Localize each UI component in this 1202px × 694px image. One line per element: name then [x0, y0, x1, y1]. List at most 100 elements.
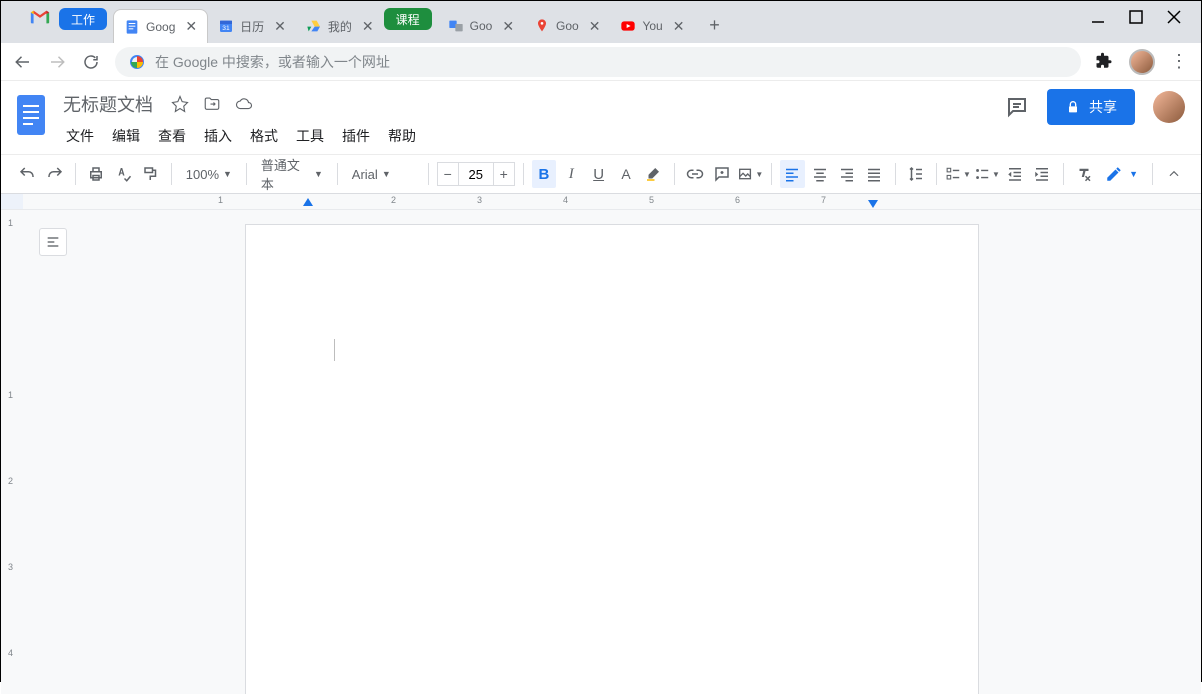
decrease-indent-button[interactable] — [1003, 160, 1027, 188]
insert-link-button[interactable] — [682, 160, 706, 188]
checklist-button[interactable]: ▼ — [945, 160, 971, 188]
text-color-button[interactable]: A — [614, 160, 638, 188]
bulleted-list-button[interactable]: ▼ — [974, 160, 1000, 188]
tab-docs[interactable]: Goog ✕ — [113, 9, 208, 43]
document-page[interactable] — [245, 224, 979, 694]
chevron-down-icon: ▼ — [1129, 169, 1138, 179]
insert-comment-button[interactable] — [710, 160, 734, 188]
close-icon[interactable]: ✕ — [673, 18, 685, 35]
font-size-input[interactable]: 25 — [459, 162, 493, 186]
vertical-ruler[interactable]: 1 1 2 3 4 — [1, 210, 23, 694]
tab-label: 日历 — [240, 18, 264, 35]
editing-mode-button[interactable]: ▼ — [1099, 160, 1144, 188]
tab-label: Goo — [556, 19, 579, 33]
translate-favicon-icon — [448, 18, 464, 34]
increase-indent-button[interactable] — [1030, 160, 1054, 188]
insert-image-button[interactable]: ▼ — [737, 160, 763, 188]
docs-logo-icon[interactable] — [13, 91, 49, 139]
tab-label: 工作 — [71, 11, 95, 28]
tab-label: 课程 — [396, 11, 420, 28]
menu-insert[interactable]: 插入 — [197, 122, 239, 150]
docs-favicon-icon — [124, 19, 140, 35]
pencil-icon — [1105, 165, 1123, 183]
collapse-toolbar-button[interactable] — [1161, 160, 1187, 188]
font-size-increase[interactable]: + — [493, 162, 515, 186]
menu-addons[interactable]: 插件 — [335, 122, 377, 150]
tab-youtube[interactable]: You ✕ — [610, 9, 694, 43]
back-icon[interactable] — [13, 52, 33, 72]
close-icon[interactable]: ✕ — [362, 18, 374, 35]
zoom-select[interactable]: 100%▼ — [180, 160, 238, 188]
paragraph-style-select[interactable]: 普通文本▼ — [255, 160, 329, 188]
redo-button[interactable] — [42, 160, 66, 188]
font-size-decrease[interactable]: − — [437, 162, 459, 186]
gmail-icon[interactable] — [29, 6, 51, 28]
align-right-button[interactable] — [835, 160, 859, 188]
align-left-button[interactable] — [780, 160, 804, 188]
tab-translate[interactable]: Goo ✕ — [438, 9, 524, 43]
first-line-indent-icon[interactable] — [303, 198, 313, 206]
underline-button[interactable]: U — [586, 160, 610, 188]
cloud-status-icon[interactable] — [235, 95, 253, 113]
share-button[interactable]: 共享 — [1047, 89, 1135, 125]
tab-drive[interactable]: 我的 ✕ — [296, 9, 384, 43]
menu-view[interactable]: 查看 — [151, 122, 193, 150]
youtube-favicon-icon — [620, 18, 636, 34]
document-title[interactable]: 无标题文档 — [59, 89, 157, 119]
spellcheck-button[interactable] — [111, 160, 135, 188]
tab-work[interactable]: 工作 — [59, 8, 107, 30]
tab-classroom[interactable]: 课程 — [384, 8, 432, 30]
paint-format-button[interactable] — [138, 160, 162, 188]
chevron-down-icon: ▼ — [314, 169, 323, 179]
close-icon[interactable]: ✕ — [274, 18, 286, 35]
tab-label: Goog — [146, 20, 175, 34]
right-indent-icon[interactable] — [868, 200, 878, 208]
clear-formatting-button[interactable] — [1072, 160, 1096, 188]
toolbar: 100%▼ 普通文本▼ Arial▼ − 25 + B I U A ▼ ▼ ▼ … — [1, 154, 1201, 194]
comments-icon[interactable] — [1005, 95, 1029, 119]
close-icon[interactable]: ✕ — [185, 18, 197, 35]
outline-toggle-button[interactable] — [39, 228, 67, 256]
tab-maps[interactable]: Goo ✕ — [524, 9, 610, 43]
new-tab-button[interactable]: + — [700, 11, 728, 39]
maps-favicon-icon — [534, 18, 550, 34]
reload-icon[interactable] — [81, 52, 101, 72]
font-select[interactable]: Arial▼ — [346, 160, 420, 188]
svg-text:31: 31 — [222, 25, 230, 32]
maximize-icon[interactable] — [1129, 10, 1143, 24]
menu-format[interactable]: 格式 — [243, 122, 285, 150]
account-avatar[interactable] — [1153, 91, 1185, 123]
omnibox-placeholder: 在 Google 中搜索，或者输入一个网址 — [155, 52, 390, 72]
minimize-icon[interactable] — [1091, 10, 1105, 24]
align-center-button[interactable] — [808, 160, 832, 188]
drive-favicon-icon — [306, 18, 322, 34]
line-spacing-button[interactable] — [904, 160, 928, 188]
italic-button[interactable]: I — [559, 160, 583, 188]
star-icon[interactable] — [171, 95, 189, 113]
close-window-icon[interactable] — [1167, 10, 1181, 24]
highlight-button[interactable] — [641, 160, 665, 188]
print-button[interactable] — [84, 160, 108, 188]
profile-avatar[interactable] — [1129, 49, 1155, 75]
close-icon[interactable]: ✕ — [502, 18, 514, 35]
omnibox[interactable]: 在 Google 中搜索，或者输入一个网址 — [115, 47, 1081, 77]
bold-button[interactable]: B — [532, 160, 556, 188]
align-justify-button[interactable] — [862, 160, 886, 188]
menu-edit[interactable]: 编辑 — [105, 122, 147, 150]
menu-bar: 文件 编辑 查看 插入 格式 工具 插件 帮助 — [59, 122, 423, 150]
tab-calendar[interactable]: 31 日历 ✕ — [208, 9, 296, 43]
forward-icon — [47, 52, 67, 72]
menu-file[interactable]: 文件 — [59, 122, 101, 150]
more-menu-icon[interactable]: ⋮ — [1169, 51, 1189, 72]
menu-tools[interactable]: 工具 — [289, 122, 331, 150]
share-label: 共享 — [1089, 97, 1117, 117]
extensions-icon[interactable] — [1095, 52, 1115, 72]
move-icon[interactable] — [203, 95, 221, 113]
menu-help[interactable]: 帮助 — [381, 122, 423, 150]
undo-button[interactable] — [15, 160, 39, 188]
horizontal-ruler[interactable]: 1 2 3 4 5 6 7 — [23, 194, 1201, 209]
chevron-down-icon: ▼ — [382, 169, 391, 179]
tab-label: Goo — [470, 19, 493, 33]
text-cursor — [334, 339, 335, 361]
close-icon[interactable]: ✕ — [589, 18, 601, 35]
